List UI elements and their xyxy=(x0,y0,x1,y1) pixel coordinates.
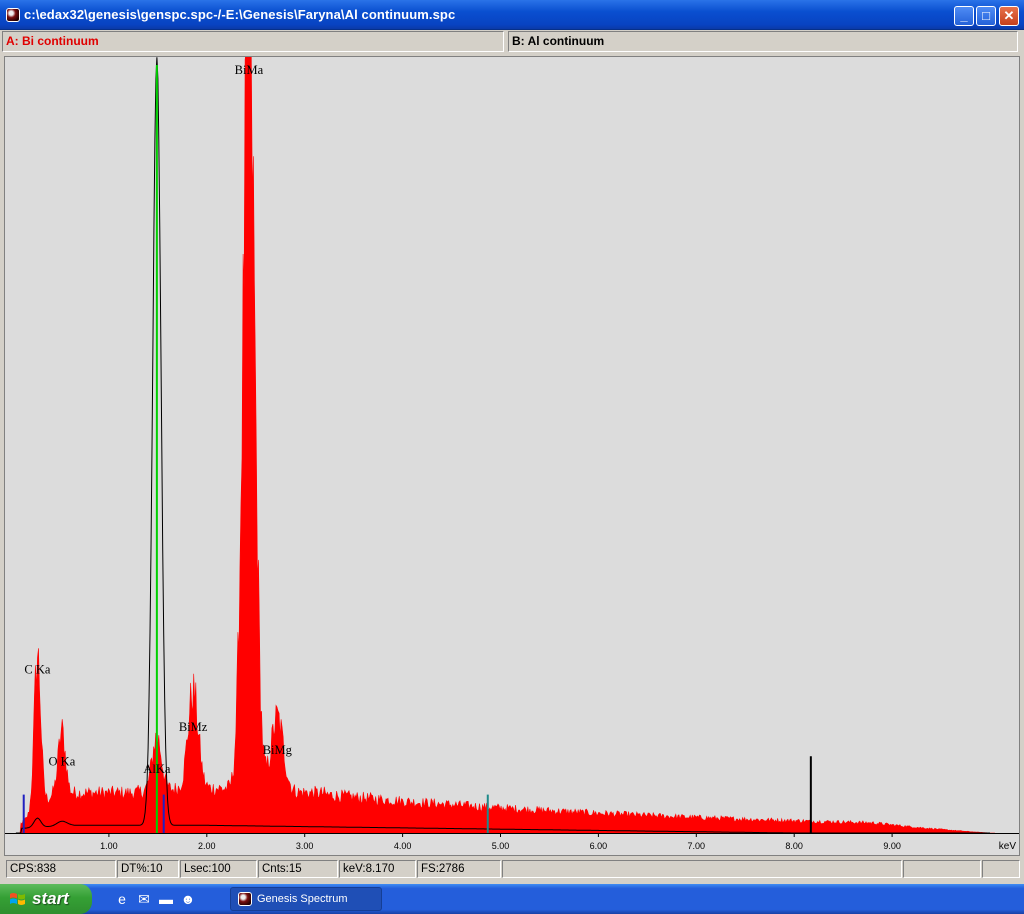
x-tick-label: 3.00 xyxy=(296,841,314,851)
peak-label: BiMg xyxy=(263,743,293,757)
spectrum-plot[interactable]: 1.00 2.00 3.00 4.00 5.00 6.00 7.00 8.00 9.00 keV C… xyxy=(4,56,1020,856)
taskbar-item-genesis-spectrum[interactable]: Genesis Spectrum xyxy=(230,887,382,911)
spectrum-tabs: A: Bi continuum B: Al continuum xyxy=(0,30,1024,54)
tab-a-label: Bi continuum xyxy=(22,34,99,48)
x-tick-label: 4.00 xyxy=(394,841,412,851)
spectrum-b-line xyxy=(15,57,990,834)
messenger-icon[interactable]: ☻ xyxy=(180,891,196,907)
app-icon[interactable] xyxy=(6,8,20,22)
start-label: start xyxy=(32,889,69,908)
x-tick-label: 6.00 xyxy=(590,841,608,851)
internet-explorer-icon[interactable]: e xyxy=(114,891,130,907)
tab-a-prefix: A: xyxy=(6,34,19,48)
tab-b-label: Al continuum xyxy=(527,34,605,48)
peak-label: O Ka xyxy=(49,755,76,769)
peak-label: C Ka xyxy=(24,662,50,676)
tab-spectrum-a[interactable]: A: Bi continuum xyxy=(2,31,504,52)
status-cps: CPS:838 xyxy=(6,860,116,878)
status-dead-time: DT%:10 xyxy=(117,860,179,878)
x-tick-label: 9.00 xyxy=(883,841,901,851)
status-empty-3 xyxy=(982,860,1020,878)
show-desktop-icon[interactable]: ▬ xyxy=(158,891,174,907)
status-live-seconds: Lsec:100 xyxy=(180,860,257,878)
status-full-scale: FS:2786 xyxy=(417,860,501,878)
taskbar-item-label: Genesis Spectrum xyxy=(257,893,348,905)
window-title: c:\edax32\genesis\genspc.spc-/-E:\Genesi… xyxy=(24,7,456,22)
x-tick-label: 2.00 xyxy=(198,841,216,851)
x-tick-label: 1.00 xyxy=(100,841,118,851)
maximize-button[interactable]: □ xyxy=(976,6,996,26)
outlook-express-icon[interactable]: ✉ xyxy=(136,891,152,907)
status-counts: Cnts:15 xyxy=(258,860,338,878)
status-bar: CPS:838 DT%:10 Lsec:100 Cnts:15 keV:8.17… xyxy=(0,858,1024,880)
x-tick-label: 8.00 xyxy=(785,841,803,851)
status-kev: keV:8.170 xyxy=(339,860,416,878)
x-tick-label: 5.00 xyxy=(492,841,510,851)
minimize-button[interactable]: _ xyxy=(954,6,974,26)
tab-spectrum-b[interactable]: B: Al continuum xyxy=(508,31,1018,52)
status-empty-1 xyxy=(502,860,902,878)
spectrum-a-area xyxy=(15,57,995,834)
status-empty-2 xyxy=(903,860,981,878)
close-button[interactable]: ✕ xyxy=(999,6,1019,26)
spectrum-chart[interactable]: 1.00 2.00 3.00 4.00 5.00 6.00 7.00 8.00 9.00 keV C… xyxy=(5,57,1019,855)
tab-b-prefix: B: xyxy=(512,34,525,48)
peak-label: BiMa xyxy=(235,63,264,77)
peak-label: AlKa xyxy=(143,762,171,776)
start-button[interactable]: start xyxy=(0,884,92,914)
x-axis-label: keV xyxy=(999,841,1017,852)
peak-label: BiMz xyxy=(179,720,208,734)
windows-logo-icon xyxy=(10,893,25,905)
taskbar: start e ✉ ▬ ☻ Genesis Spectrum xyxy=(0,884,1024,914)
window-titlebar: c:\edax32\genesis\genspc.spc-/-E:\Genesi… xyxy=(0,0,1024,30)
genesis-app-icon xyxy=(238,892,252,906)
x-tick-label: 7.00 xyxy=(688,841,706,851)
